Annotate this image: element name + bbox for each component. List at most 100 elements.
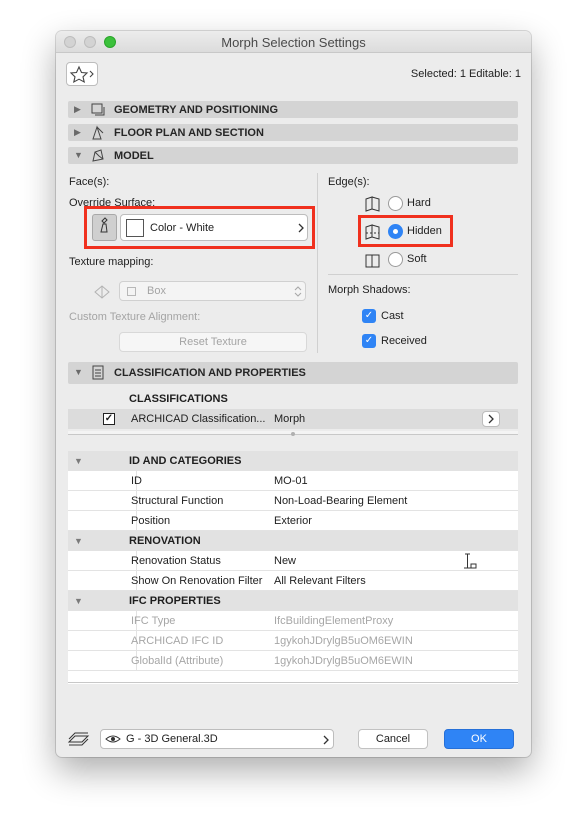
property-key: Structural Function (131, 495, 224, 507)
box-icon (127, 287, 136, 296)
list-bottom-border (68, 682, 518, 683)
collapse-arrow-icon: ▼ (74, 596, 83, 606)
property-key: ARCHICAD IFC ID (131, 635, 224, 647)
collapse-arrow-icon: ▼ (74, 456, 83, 466)
property-key: GlobalId (Attribute) (131, 655, 224, 667)
floor-plan-icon (92, 125, 104, 140)
property-row[interactable]: GlobalId (Attribute) 1gykohJDrylgB5uOM6EW… (68, 651, 518, 671)
property-row[interactable]: IFC Type IfcBuildingElementProxy (68, 611, 518, 631)
collapse-arrow-icon: ▼ (74, 536, 83, 546)
cast-shadow-checkbox[interactable]: ✓ (362, 309, 376, 323)
hidden-edge-icon (365, 224, 380, 240)
property-value: All Relevant Filters (274, 575, 366, 587)
property-row[interactable]: ID MO-01 (68, 471, 518, 491)
edges-label: Edge(s): (328, 176, 370, 188)
updown-chevron-icon (294, 286, 302, 297)
title-bar: Morph Selection Settings (56, 31, 531, 53)
panel-model[interactable]: ▼ MODEL (68, 147, 518, 164)
model-icon (92, 149, 104, 162)
panel-classification-properties[interactable]: ▼ CLASSIFICATION AND PROPERTIES (68, 362, 518, 384)
chevron-right-icon (488, 414, 494, 424)
property-value: 1gykohJDrylgB5uOM6EWIN (274, 655, 413, 667)
edge-soft-label: Soft (407, 253, 427, 265)
property-value: MO-01 (274, 475, 308, 487)
view-value: G - 3D General.3D (126, 733, 218, 745)
document-icon (92, 365, 104, 380)
collapse-arrow-icon: ▼ (74, 150, 83, 160)
chevron-right-icon (298, 223, 304, 233)
surface-value: Color - White (150, 222, 215, 234)
edge-hard-label: Hard (407, 197, 431, 209)
classification-row[interactable]: ✓ ARCHICAD Classification... Morph (68, 409, 518, 429)
classifications-subheader: CLASSIFICATIONS (129, 393, 228, 405)
reset-texture-button[interactable]: Reset Texture (119, 332, 307, 352)
soft-edge-icon (365, 254, 380, 268)
window-title: Morph Selection Settings (221, 35, 366, 50)
property-value: Exterior (274, 515, 312, 527)
received-shadow-label: Received (381, 335, 427, 347)
shadows-label: Morph Shadows: (328, 284, 411, 296)
expand-arrow-icon: ▶ (74, 127, 81, 137)
panel-floor-plan-section[interactable]: ▶ FLOOR PLAN AND SECTION (68, 124, 518, 141)
property-row[interactable]: Position Exterior (68, 511, 518, 531)
property-key: IFC Type (131, 615, 176, 627)
collapse-arrow-icon: ▼ (74, 367, 83, 377)
faces-label: Face(s): (69, 176, 110, 188)
classification-name: ARCHICAD Classification... (131, 413, 266, 425)
section-title: ID AND CATEGORIES (129, 455, 242, 467)
property-row[interactable]: Show On Renovation Filter All Relevant Fi… (68, 571, 518, 591)
section-title: RENOVATION (129, 535, 201, 547)
star-icon (69, 65, 94, 84)
section-id-categories[interactable]: ▼ ID AND CATEGORIES (68, 451, 518, 471)
ok-button[interactable]: OK (444, 729, 514, 749)
override-surface-toggle[interactable] (92, 214, 117, 241)
color-swatch (126, 219, 144, 237)
edge-soft-radio[interactable] (388, 252, 403, 267)
cancel-button[interactable]: Cancel (358, 729, 428, 749)
settings-dialog: Morph Selection Settings Selected: 1 Edi… (56, 31, 531, 757)
received-shadow-checkbox[interactable]: ✓ (362, 334, 376, 348)
chevron-right-icon (323, 735, 329, 745)
property-value: 1gykohJDrylgB5uOM6EWIN (274, 635, 413, 647)
favorites-button[interactable] (66, 62, 98, 86)
view-select[interactable]: G - 3D General.3D (100, 729, 334, 749)
column-divider (317, 173, 318, 353)
property-row[interactable]: ARCHICAD IFC ID 1gykohJDrylgB5uOM6EWIN (68, 631, 518, 651)
cast-shadow-label: Cast (381, 310, 404, 322)
hard-edge-icon (365, 196, 380, 212)
property-row[interactable]: Renovation Status New (68, 551, 518, 571)
selection-info: Selected: 1 Editable: 1 (410, 68, 521, 80)
property-value: New (274, 555, 297, 567)
panel-label: GEOMETRY AND POSITIONING (114, 104, 278, 116)
texture-mapping-label: Texture mapping: (69, 256, 154, 268)
property-key: ID (131, 475, 142, 487)
geometry-icon (91, 103, 105, 116)
edge-hard-radio[interactable] (388, 196, 403, 211)
panel-geometry-positioning[interactable]: ▶ GEOMETRY AND POSITIONING (68, 101, 518, 118)
property-value: Non-Load-Bearing Element (274, 495, 408, 507)
property-row[interactable]: Structural Function Non-Load-Bearing Elem… (68, 491, 518, 511)
text-cursor-icon (464, 553, 477, 569)
paint-brush-icon (100, 217, 108, 233)
surface-select[interactable]: Color - White (120, 214, 308, 241)
edge-hidden-label: Hidden (407, 225, 442, 237)
classification-value: Morph (274, 413, 306, 425)
custom-texture-label: Custom Texture Alignment: (69, 311, 201, 323)
section-renovation[interactable]: ▼ RENOVATION (68, 531, 518, 551)
layers-icon[interactable] (66, 730, 92, 748)
panel-label: FLOOR PLAN AND SECTION (114, 127, 264, 139)
edge-divider (328, 274, 518, 275)
split-grip-dot (291, 432, 295, 436)
classification-checkbox[interactable]: ✓ (103, 413, 115, 425)
section-title: IFC PROPERTIES (129, 595, 221, 607)
classification-detail-button[interactable] (482, 411, 500, 427)
property-key: Renovation Status (131, 555, 221, 567)
edge-hidden-radio[interactable] (388, 224, 403, 239)
texture-mapping-value: Box (147, 285, 166, 297)
section-ifc-properties[interactable]: ▼ IFC PROPERTIES (68, 591, 518, 611)
property-key: Show On Renovation Filter (131, 575, 263, 587)
property-value: IfcBuildingElementProxy (274, 615, 394, 627)
property-key: Position (131, 515, 171, 527)
texture-mapping-select[interactable]: Box (119, 281, 306, 301)
panel-label: CLASSIFICATION AND PROPERTIES (114, 367, 306, 379)
